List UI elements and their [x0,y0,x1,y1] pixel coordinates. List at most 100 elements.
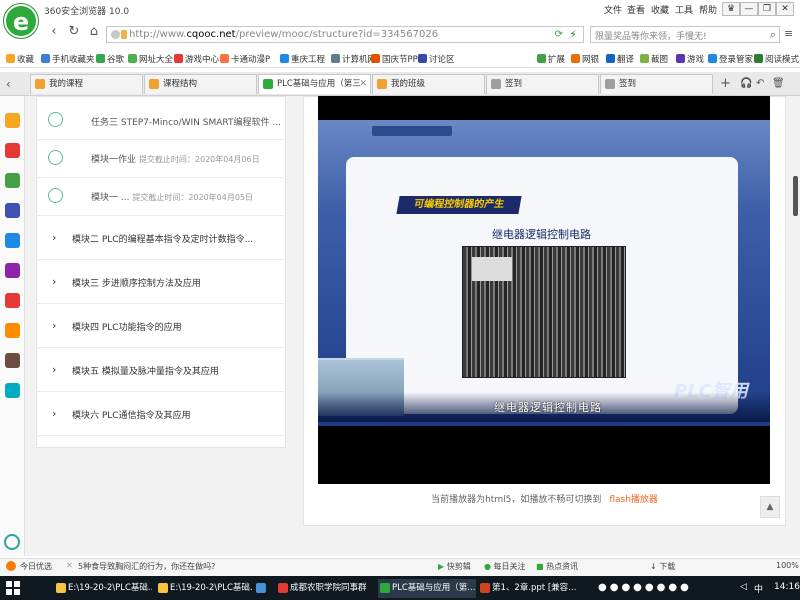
lightning-icon[interactable]: ⚡ [569,28,577,41]
menu-help[interactable]: 帮助 [699,3,717,16]
module-row[interactable]: › 模块六 PLC通信指令及其应用 [36,392,286,436]
bookmark-extension[interactable]: 扩展 [537,53,565,65]
status-download[interactable]: ↓ 下载 [650,561,675,572]
status-hot-news[interactable]: ■ 热点资讯 [536,561,578,572]
tab-item[interactable]: 我的班级 [372,74,485,94]
windows-start-icon[interactable] [6,581,20,595]
bookmark-screenshot[interactable]: 截图 [640,53,668,65]
headset-icon[interactable]: 🎧 [740,78,752,89]
shop-icon[interactable] [5,293,20,308]
search-icon[interactable]: ⌕ [770,28,776,42]
bookmark-item[interactable]: 讨论区 [418,53,455,65]
taskbar-item[interactable] [254,579,272,598]
bookmark-item[interactable]: 卡通动漫P [220,53,270,65]
task-row[interactable]: 模块一作业 提交截止时间：2020年04月06日 [36,140,286,178]
taskbar-app-icon [278,583,288,593]
module-title: 模块四 PLC功能指令的应用 [72,323,182,333]
security-icon[interactable] [111,30,120,39]
bookmark-item[interactable]: 收藏 [6,53,34,65]
status-close-icon[interactable]: ✕ [66,561,73,570]
bookmark-login-manager[interactable]: 登录管家 [708,53,753,65]
tab-list-icon[interactable]: ‹ [6,77,11,91]
bookmark-item[interactable]: 游戏中心 [174,53,219,65]
bookmark-favicon-icon [128,54,137,63]
tab-item[interactable]: 课程结构 [144,74,257,94]
back-to-top-button[interactable]: ▲ [760,496,780,518]
bookmark-item[interactable]: 手机收藏夹 [41,53,95,65]
app-icon-1[interactable] [5,203,20,218]
refresh-icon[interactable]: ↻ [66,24,82,40]
task-status-icon [48,188,63,203]
tab-item[interactable]: 签到 [486,74,599,94]
taskbar-item-label: 成都农职学院同事群 [290,583,367,593]
module-row[interactable]: › 模块三 步进顺序控制方法及应用 [36,260,286,304]
bookmark-item[interactable]: 重庆工程 [280,53,325,65]
star-icon[interactable] [5,113,20,128]
home-icon[interactable]: ⌂ [86,24,102,40]
tab-item[interactable]: PLC基础与应用（第三 ✕ [258,74,371,94]
tray-icons[interactable]: ●●●●●●●● [598,582,692,593]
restore-button[interactable]: ❐ [758,2,776,16]
chevron-right-icon: › [52,231,57,244]
search-input[interactable]: 限量奖品等你来领，手慢无! ⌕ [590,26,780,43]
taskbar-item[interactable]: E:\19-20-2\PLC基础... [54,579,152,598]
restore-tab-icon[interactable]: ↶ [756,78,764,89]
menu-favorites[interactable]: 收藏 [651,3,669,16]
taskbar-clock[interactable]: 14:16 [774,582,800,592]
weibo-icon[interactable] [5,143,20,158]
status-news-link[interactable]: 5种食导致胸闷汇的行为，你还在做吗? [78,561,215,572]
bookmark-item[interactable]: 国庆节PP [371,53,418,65]
menu-icon[interactable]: ≡ [784,27,793,40]
tab-item[interactable]: 我的课程 [30,74,143,94]
status-daily-follow[interactable]: ● 每日关注 [484,561,526,572]
mail-icon[interactable] [5,173,20,188]
app-icon-2[interactable] [5,233,20,248]
taskbar-item[interactable]: 第1、2章.ppt [兼容... [478,579,576,598]
module-row[interactable]: › 模块二 PLC的编程基本指令及定时计数指令... [36,216,286,260]
bookmark-reading-mode[interactable]: 阅读模式 [754,53,799,65]
status-zoom[interactable]: 100% [776,561,799,570]
p-icon[interactable] [5,383,20,398]
status-daily-picks[interactable]: 今日优选 [20,561,52,572]
trash-icon[interactable]: 🗑 [772,78,785,89]
url-text[interactable]: http://www.cqooc.net/preview/mooc/struct… [129,29,438,40]
ime-indicator[interactable]: 中 [754,582,763,595]
speed-mode-icon[interactable]: ⟳ [555,29,563,40]
back-icon[interactable]: ‹ [46,24,62,40]
taskbar-item[interactable]: 成都农职学院同事群 [276,579,374,598]
module-row[interactable]: › 模块五 模拟量及脉冲量指令及其应用 [36,348,286,392]
menu-view[interactable]: 查看 [627,3,645,16]
skin-icon[interactable]: ♛ [722,2,740,16]
flash-player-link[interactable]: flash播放器 [609,495,658,505]
game-icon-1[interactable] [5,263,20,278]
bookmark-item[interactable]: 谷歌 [96,53,124,65]
bookmark-label: 谷歌 [107,55,125,65]
tab-close-icon[interactable]: ✕ [359,75,367,93]
menu-tools[interactable]: 工具 [675,3,693,16]
bookmark-item[interactable]: 计算机网 [331,53,376,65]
taskbar-item-label: 第1、2章.ppt [兼容... [492,583,576,593]
module-row[interactable]: › 模块四 PLC功能指令的应用 [36,304,286,348]
page-scrollbar[interactable] [793,176,798,216]
bookmark-translate[interactable]: 翻译 [606,53,634,65]
menu-file[interactable]: 文件 [604,3,622,16]
game-icon-3[interactable] [5,353,20,368]
page-info-icon[interactable] [121,30,127,39]
address-bar[interactable]: http://www.cqooc.net/preview/mooc/struct… [106,26,584,43]
module-title: 模块五 模拟量及脉冲量指令及其应用 [72,367,219,377]
task-row[interactable]: 任务三 STEP7-Minco/WIN SMART编程软件 ... [36,102,286,140]
game-icon-2[interactable] [5,323,20,338]
tab-item[interactable]: 签到 [600,74,713,94]
task-row[interactable]: 模块一 ... 提交截止时间：2020年04月05日 [36,178,286,216]
close-button[interactable]: ✕ [776,2,794,16]
new-tab-button[interactable]: + [720,76,731,91]
tray-volume-icon[interactable]: ◁ [740,582,747,592]
minimize-button[interactable]: — [740,2,758,16]
status-quick-clip[interactable]: ▶ 快剪辑 [438,561,471,572]
taskbar-item[interactable]: PLC基础与应用（第... [378,579,476,598]
taskbar-item[interactable]: E:\19-20-2\PLC基础... [156,579,252,598]
360-helper-icon[interactable] [4,534,20,550]
bookmark-game[interactable]: 游戏 [676,53,704,65]
bookmark-ebank[interactable]: 网银 [571,53,599,65]
bookmark-item[interactable]: 网址大全 [128,53,173,65]
